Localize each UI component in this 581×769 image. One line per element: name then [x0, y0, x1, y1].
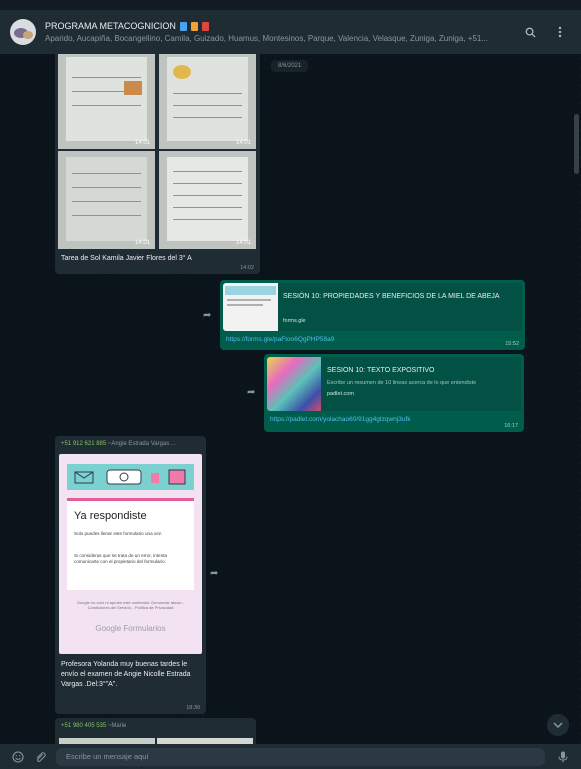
form-heading: Ya respondiste	[74, 510, 147, 522]
forward-icon[interactable]: ➦	[203, 310, 211, 321]
sender-phone: +51 912 621 885	[61, 441, 107, 447]
album-image[interactable]: 14:01	[159, 151, 256, 249]
kebab-menu-icon[interactable]	[549, 21, 571, 43]
search-icon[interactable]	[519, 21, 541, 43]
composer-bar	[0, 744, 581, 769]
link-thumbnail	[223, 283, 278, 331]
link-url[interactable]: https://forms.gle/paFtoo6QgPHP58a9	[226, 336, 334, 343]
forward-icon[interactable]: ➦	[247, 387, 255, 398]
window-top-strip	[0, 0, 581, 10]
text-line	[173, 117, 242, 118]
date-chip: 8/6/2021	[271, 60, 309, 72]
text-line	[72, 173, 141, 174]
link-preview-card[interactable]: SESION 10: TEXTO EXPOSITIVO Escribe un r…	[267, 357, 521, 411]
sender-alias: ~Angie Estrada Vargas ...	[107, 441, 176, 447]
message-time: 16:17	[504, 423, 518, 429]
form-banner	[67, 464, 194, 490]
avatar-shape	[23, 31, 33, 39]
album-time: 14:01	[235, 240, 251, 246]
sender-label[interactable]: +51 980 405 535 ~Marie	[61, 723, 126, 729]
orange-book-emoji-icon	[190, 21, 198, 31]
sender-alias: ~Marie	[107, 723, 127, 729]
group-title: PROGRAMA METACOGNICION	[45, 21, 511, 31]
album-image[interactable]: 14:01	[58, 151, 155, 249]
album-image[interactable]: 14:01	[58, 54, 155, 149]
link-domain: padlet.com	[327, 391, 354, 397]
text-line	[173, 207, 242, 208]
text-line	[173, 183, 242, 184]
banner-doodle	[74, 469, 186, 485]
text-line	[72, 201, 141, 202]
microphone-icon[interactable]	[555, 749, 571, 765]
message-text: Profesora Yolanda muy buenas tardes le e…	[61, 661, 191, 688]
google-forms-brand: Google Formularios	[95, 624, 166, 633]
text-line	[173, 219, 242, 220]
link-domain: forms.gle	[283, 318, 306, 324]
album-time: 14:01	[134, 140, 150, 146]
chat-header[interactable]: PROGRAMA METACOGNICION Aparido, Aucapiña…	[0, 10, 581, 54]
link-thumbnail	[267, 357, 321, 411]
album-time: 14:01	[134, 240, 150, 246]
photo-illustration	[124, 81, 142, 95]
text-line	[72, 105, 141, 106]
group-members: Aparido, Aucapiña, Bocangellino, Camila,…	[45, 34, 489, 43]
text-line	[173, 105, 242, 106]
link-description: Escribe un resumen de 10 lineas acerca d…	[327, 380, 477, 386]
link-preview-card[interactable]: SESIÓN 10: PROPIEDADES Y BENEFICIOS DE L…	[223, 283, 522, 331]
message-time: 18:30	[186, 705, 200, 711]
scrollbar[interactable]	[574, 114, 579, 174]
forward-icon[interactable]: ➦	[210, 568, 218, 579]
sender-label[interactable]: +51 912 621 885 ~Angie Estrada Vargas ..…	[61, 441, 176, 447]
red-book-emoji-icon	[201, 21, 209, 31]
link-title: SESIÓN 10: PROPIEDADES Y BENEFICIOS DE L…	[283, 293, 500, 300]
text-line	[173, 171, 242, 172]
link-url[interactable]: https://padlet.com/yolachao60/91gg4gtzqw…	[270, 416, 411, 423]
thumbnail-banner	[225, 286, 276, 295]
group-avatar[interactable]	[10, 19, 36, 45]
text-line	[173, 195, 242, 196]
attach-icon[interactable]	[32, 749, 48, 765]
image-message-form[interactable]: +51 912 621 885 ~Angie Estrada Vargas ..…	[55, 436, 206, 714]
scroll-down-button[interactable]	[547, 714, 569, 736]
paper-photo	[66, 157, 147, 241]
thumbnail-line	[227, 299, 271, 301]
form-response-card: Ya respondiste Solo puedes llenar este f…	[67, 498, 194, 590]
album-message[interactable]: 14:01 14:01 14:01 14:01 Tarea de Sol Kam…	[55, 54, 260, 274]
blue-book-emoji-icon	[179, 21, 187, 31]
paper-photo	[66, 57, 147, 141]
emoji-icon[interactable]	[10, 749, 26, 765]
chevron-down-icon	[553, 722, 563, 728]
message-time: 14:02	[240, 265, 254, 271]
sender-phone: +51 980 405 535	[61, 723, 107, 729]
text-line	[173, 93, 242, 94]
album-caption: Tarea de Sol Kamila Javier Flores del 3°…	[61, 255, 192, 262]
thumbnail-line	[227, 304, 263, 306]
link-title: SESION 10: TEXTO EXPOSITIVO	[327, 367, 435, 374]
link-message-padlet[interactable]: SESION 10: TEXTO EXPOSITIVO Escribe un r…	[264, 354, 524, 432]
paper-photo	[167, 157, 248, 241]
form-screenshot-image[interactable]: Ya respondiste Solo puedes llenar este f…	[59, 454, 202, 654]
photo-illustration	[173, 65, 191, 79]
form-footer: Google no creó ni aprobó este contenido.…	[76, 600, 185, 610]
text-line	[72, 187, 141, 188]
album-image[interactable]: 14:01	[159, 54, 256, 149]
message-time: 15:52	[505, 341, 519, 347]
text-line	[72, 215, 141, 216]
partial-message[interactable]: +51 980 405 535 ~Marie	[55, 718, 256, 744]
album-time: 14:01	[235, 140, 251, 146]
group-info[interactable]: PROGRAMA METACOGNICION Aparido, Aucapiña…	[45, 21, 511, 43]
link-message-forms[interactable]: SESIÓN 10: PROPIEDADES Y BENEFICIOS DE L…	[220, 280, 525, 350]
form-line: Solo puedes llenar este formulario una v…	[74, 531, 163, 536]
chat-area[interactable]: 8/6/2021 14:01 14:01 14:01 14:01 Tarea d…	[0, 54, 581, 744]
form-line: Si consideras que se trata de un error, …	[74, 553, 167, 564]
message-input[interactable]	[56, 747, 545, 766]
group-title-text: PROGRAMA METACOGNICION	[45, 21, 176, 31]
text-line	[72, 77, 141, 78]
